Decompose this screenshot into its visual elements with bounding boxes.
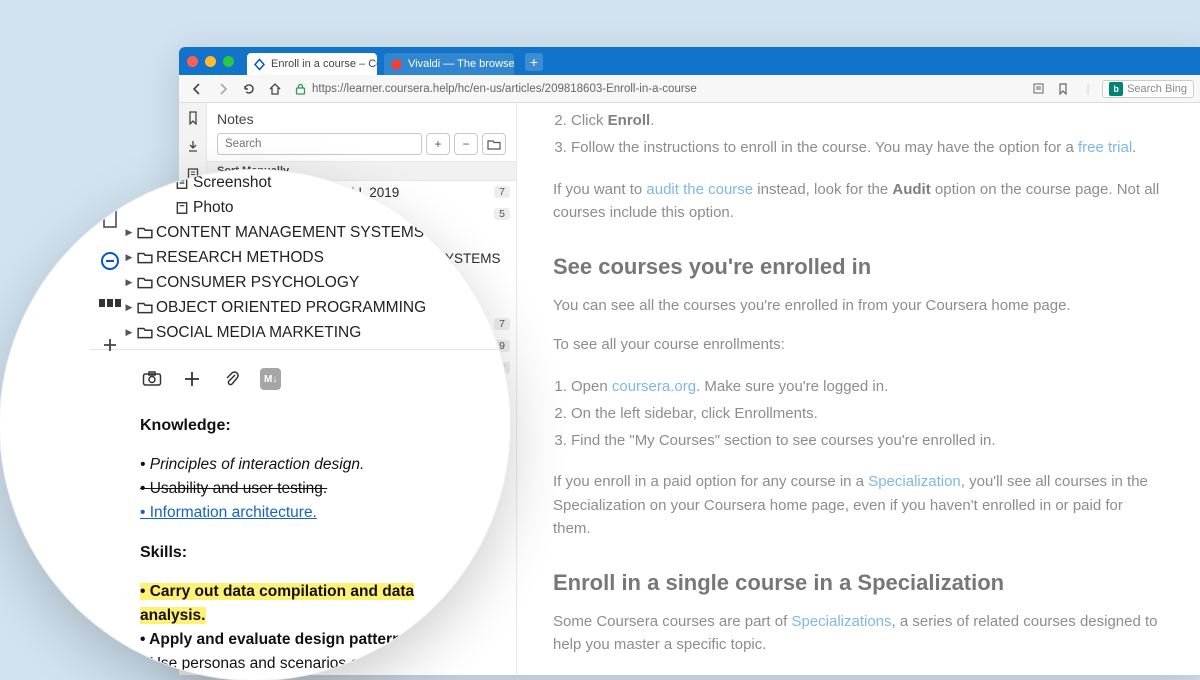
note-icon (174, 201, 190, 215)
mag-panel-rail (90, 178, 130, 356)
paragraph: You can see all the courses you're enrol… (553, 294, 1160, 317)
magnifier-overlay: Screenshot Photo ▶ CONTENT MANAGEMENT SY… (0, 170, 510, 680)
title-bar: Enroll in a course – Course Vivaldi — Th… (179, 47, 1200, 75)
search-placeholder: Search Bing (1127, 83, 1187, 95)
heading-see-enrolled: See courses you're enrolled in (553, 250, 1160, 284)
lock-icon (295, 83, 306, 95)
step-item: Open coursera.org. Make sure you're logg… (571, 373, 1160, 400)
search-engine-box[interactable]: b Search Bing (1102, 80, 1194, 98)
traffic-lights (187, 56, 234, 67)
url-input[interactable]: https://learner.coursera.help/hc/en-us/a… (289, 83, 1025, 95)
note-line: • Usability and user testing. (140, 477, 480, 501)
vivaldi-icon (390, 58, 403, 71)
article-content: Click Enroll. Follow the instructions to… (517, 103, 1200, 675)
paragraph: To see all your course enrollments: (553, 333, 1160, 356)
new-tab-button[interactable]: + (525, 53, 543, 71)
add-icon[interactable] (180, 368, 204, 390)
markdown-toggle[interactable]: M↓ (260, 368, 281, 390)
list-item[interactable]: ▶ RESEARCH METHODS (90, 245, 510, 270)
folder-icon (137, 326, 153, 340)
home-button[interactable] (263, 78, 287, 100)
step-item: Follow the instructions to enroll in the… (571, 134, 1160, 161)
bbc-panel-icon[interactable] (99, 292, 121, 314)
note-toolbar: M↓ (90, 350, 510, 400)
step-item: On the left sidebar, click Enrollments. (571, 400, 1160, 427)
list-item[interactable]: ▶ CONTENT MANAGEMENT SYSTEMS (90, 220, 510, 245)
step-item: Find the "My Courses" section to see cou… (571, 427, 1160, 454)
folder-icon (137, 301, 153, 315)
attachment-icon[interactable] (220, 368, 244, 390)
reader-icon[interactable] (1027, 79, 1049, 99)
downloads-panel-icon[interactable] (184, 137, 202, 155)
capture-icon[interactable] (140, 368, 164, 390)
list-item[interactable]: ▶ CONSUMER PSYCHOLOGY (90, 270, 510, 295)
tab-label: Enroll in a course – Course (271, 58, 377, 70)
tab-coursera[interactable]: Enroll in a course – Course (247, 53, 377, 75)
bookmarks-panel-icon[interactable] (184, 109, 202, 127)
tab-vivaldi[interactable]: Vivaldi — The browser that (384, 53, 514, 75)
folder-icon (137, 276, 153, 290)
add-note-button[interactable]: + (426, 133, 450, 155)
notes-search-input[interactable] (217, 133, 422, 155)
note-body[interactable]: Knowledge: • Principles of interaction d… (90, 400, 510, 680)
specializations-link[interactable]: Specializations (791, 613, 891, 630)
address-bar: https://learner.coursera.help/hc/en-us/a… (179, 75, 1200, 103)
coursera-link[interactable]: coursera.org (612, 378, 696, 395)
folder-icon (137, 226, 153, 240)
tab-label: Vivaldi — The browser that (408, 58, 514, 70)
note-line: • Principles of interaction design. (140, 453, 480, 477)
bookmark-addr-icon[interactable] (1052, 79, 1074, 99)
folder-icon (137, 251, 153, 265)
list-item[interactable]: ▶ OBJECT ORIENTED PROGRAMMING (90, 295, 510, 320)
audit-link[interactable]: audit the course (646, 181, 753, 198)
note-icon (174, 176, 190, 190)
notes-title: Notes (207, 103, 516, 133)
url-text: https://learner.coursera.help/hc/en-us/a… (312, 83, 697, 95)
close-window[interactable] (187, 56, 198, 67)
add-panel-icon[interactable] (99, 334, 121, 356)
knowledge-heading: Knowledge: (140, 414, 480, 439)
page-icon[interactable] (99, 208, 121, 230)
paragraph: Some Coursera courses are part of Specia… (553, 610, 1160, 657)
bing-icon: b (1109, 82, 1123, 96)
list-item[interactable]: Photo (90, 195, 510, 220)
free-trial-link[interactable]: free trial (1078, 139, 1132, 156)
coursera-icon (253, 58, 266, 71)
reload-button[interactable] (237, 78, 261, 100)
mag-notes-tree: Screenshot Photo ▶ CONTENT MANAGEMENT SY… (90, 170, 510, 345)
forward-button[interactable] (211, 78, 235, 100)
note-line: • Carry out data compilation and data an… (140, 580, 480, 628)
delete-note-button[interactable]: − (454, 133, 478, 155)
list-item[interactable]: ▶ SOCIAL MEDIA MARKETING (90, 320, 510, 345)
separator: | (1077, 79, 1099, 99)
paragraph: If you want to audit the course instead,… (553, 178, 1160, 225)
maximize-window[interactable] (223, 56, 234, 67)
new-folder-button[interactable] (482, 133, 506, 155)
coursera-panel-icon[interactable] (99, 250, 121, 272)
note-line: • Use personas and scenarios as tools. (140, 652, 480, 676)
minimize-window[interactable] (205, 56, 216, 67)
specialization-link[interactable]: Specialization (868, 473, 961, 490)
note-line: • Apply and evaluate design patterns. (140, 628, 480, 652)
note-line: • Information architecture. (140, 501, 480, 525)
paragraph: If you enroll in a paid option for any c… (553, 470, 1160, 540)
skills-heading: Skills: (140, 541, 480, 566)
step-item: Click Enroll. (571, 107, 1160, 134)
list-item[interactable]: Screenshot (90, 170, 510, 195)
back-button[interactable] (185, 78, 209, 100)
heading-single-course: Enroll in a single course in a Specializ… (553, 566, 1160, 600)
